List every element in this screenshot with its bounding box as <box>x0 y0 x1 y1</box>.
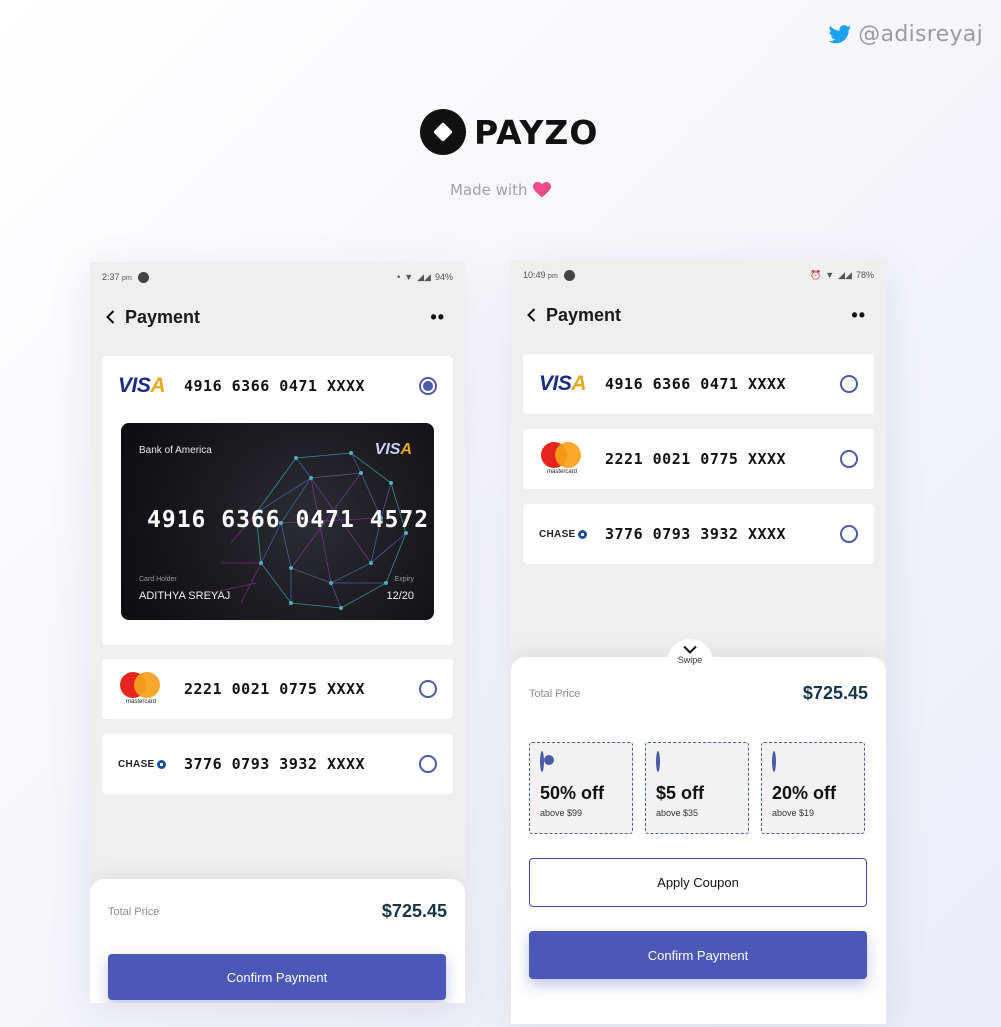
card-holder-name: ADITHYA SREYAJ <box>139 590 231 602</box>
mastercard-logo-icon: mastercard <box>539 442 583 476</box>
coupon-radio-selected[interactable] <box>540 751 544 772</box>
apply-coupon-button[interactable]: Apply Coupon <box>529 858 867 907</box>
swipe-handle[interactable]: Swipe <box>667 639 713 685</box>
battery-level: 78% <box>855 270 874 280</box>
page-title: Payment <box>125 306 201 327</box>
more-menu-icon[interactable]: •• <box>851 305 866 326</box>
app-bar: Payment •• <box>511 290 886 340</box>
brand-name: PAYZO <box>474 112 599 152</box>
coupon-amount: 50% off <box>540 783 605 803</box>
card-expiry-label: Expiry <box>394 576 414 583</box>
card-number: 4916 6366 0471 XXXX <box>184 377 366 395</box>
dot-icon: • <box>397 272 401 282</box>
card-radio[interactable] <box>419 680 437 698</box>
card-item-chase[interactable]: CHASE 3776 0793 3932 XXXX <box>523 504 874 564</box>
chase-logo-icon: CHASE <box>118 759 166 770</box>
card-radio[interactable] <box>840 525 858 543</box>
card-number: 2221 0021 0775 XXXX <box>605 450 787 468</box>
mastercard-logo-icon: mastercard <box>118 672 162 706</box>
chevron-left-icon <box>106 310 115 324</box>
checkout-panel: Swipe Total Price $725.45 50% off above … <box>511 639 886 1024</box>
total-price-value: $725.45 <box>802 683 868 703</box>
page-title: Payment <box>546 304 622 325</box>
status-bar: 2:37 pm • ▼ ◢◢ 94% <box>90 262 465 292</box>
card-item-visa-selected[interactable]: VISA 4916 6366 0471 XXXX Bank of America… <box>102 356 453 645</box>
wifi-icon: ▼ <box>825 270 835 280</box>
made-with-text: Made with <box>450 181 528 199</box>
back-button[interactable]: Payment <box>106 307 200 328</box>
visa-logo-icon: VISA <box>539 372 587 395</box>
coupon-option[interactable]: 20% off above $19 <box>761 742 865 834</box>
card-holder-label: Card Holder <box>139 576 177 583</box>
notification-icon <box>563 269 575 281</box>
card-item-visa[interactable]: VISA 4916 6366 0471 XXXX <box>523 354 874 414</box>
visa-logo-icon: VISA <box>118 374 166 397</box>
coupon-radio[interactable] <box>656 751 660 772</box>
phone-screen-coupons: 10:49 pm ⏰ ▼ ◢◢ 78% Payment •• VISA 4916… <box>511 260 886 1024</box>
made-with-credit: Made with <box>450 181 552 199</box>
card-number: 3776 0793 3932 XXXX <box>605 525 787 543</box>
coupon-condition: above $99 <box>540 808 583 818</box>
back-button[interactable]: Payment <box>527 305 621 326</box>
total-price-label: Total Price <box>529 687 581 700</box>
brand-logo: PAYZO <box>420 109 598 155</box>
status-time: 10:49 pm <box>523 270 558 280</box>
coupon-amount: 20% off <box>772 783 837 803</box>
coupon-option[interactable]: $5 off above $35 <box>645 742 749 834</box>
total-price-label: Total Price <box>108 905 160 918</box>
chevron-down-icon <box>683 645 697 654</box>
total-price-value: $725.45 <box>381 901 447 921</box>
card-radio[interactable] <box>419 755 437 773</box>
card-bank-name: Bank of America <box>139 445 212 456</box>
twitter-icon <box>828 24 852 43</box>
twitter-handle: @adisreyaj <box>858 22 983 47</box>
card-item-chase[interactable]: CHASE 3776 0793 3932 XXXX <box>102 734 453 794</box>
wifi-icon: ▼ <box>404 272 414 282</box>
chase-logo-icon: CHASE <box>539 529 587 540</box>
alarm-icon: ⏰ <box>810 269 822 280</box>
coupon-amount: $5 off <box>656 783 705 803</box>
app-bar: Payment •• <box>90 292 465 342</box>
swipe-label: Swipe <box>677 655 703 665</box>
checkout-panel: Total Price $725.45 Confirm Payment <box>90 879 465 1003</box>
coupon-list: 50% off above $99 $5 off above $35 20% o… <box>511 742 886 834</box>
card-number: 2221 0021 0775 XXXX <box>184 680 366 698</box>
card-full-number: 4916 6366 0471 4572 <box>147 507 430 533</box>
battery-level: 94% <box>434 272 453 282</box>
status-bar: 10:49 pm ⏰ ▼ ◢◢ 78% <box>511 260 886 290</box>
notification-icon <box>137 271 149 283</box>
status-time: 2:37 pm <box>102 272 132 282</box>
twitter-credit[interactable]: @adisreyaj <box>828 22 983 47</box>
phone-screen-expanded-card: 2:37 pm • ▼ ◢◢ 94% Payment •• VISA 4916 … <box>90 262 465 1003</box>
confirm-payment-button[interactable]: Confirm Payment <box>108 954 446 1000</box>
coupon-condition: above $35 <box>656 808 699 818</box>
coupon-option[interactable]: 50% off above $99 <box>529 742 633 834</box>
card-expiry-value: 12/20 <box>386 590 414 602</box>
card-number: 4916 6366 0471 XXXX <box>605 375 787 393</box>
confirm-payment-button[interactable]: Confirm Payment <box>529 931 867 979</box>
card-radio[interactable] <box>840 375 858 393</box>
card-radio[interactable] <box>840 450 858 468</box>
card-visa-logo-icon: VISA <box>374 441 412 458</box>
signal-icon: ◢◢ <box>838 269 852 280</box>
signal-icon: ◢◢ <box>417 271 431 282</box>
payzo-logo-icon <box>420 109 466 155</box>
chevron-left-icon <box>527 308 536 322</box>
heart-icon <box>533 182 552 198</box>
card-item-mastercard[interactable]: mastercard 2221 0021 0775 XXXX <box>523 429 874 489</box>
card-item-mastercard[interactable]: mastercard 2221 0021 0775 XXXX <box>102 659 453 719</box>
credit-card-preview: Bank of America VISA 4916 6366 0471 4572… <box>121 423 434 620</box>
coupon-radio[interactable] <box>772 751 776 772</box>
card-radio-selected[interactable] <box>419 377 437 395</box>
more-menu-icon[interactable]: •• <box>430 307 445 328</box>
coupon-condition: above $19 <box>772 808 815 818</box>
card-number: 3776 0793 3932 XXXX <box>184 755 366 773</box>
